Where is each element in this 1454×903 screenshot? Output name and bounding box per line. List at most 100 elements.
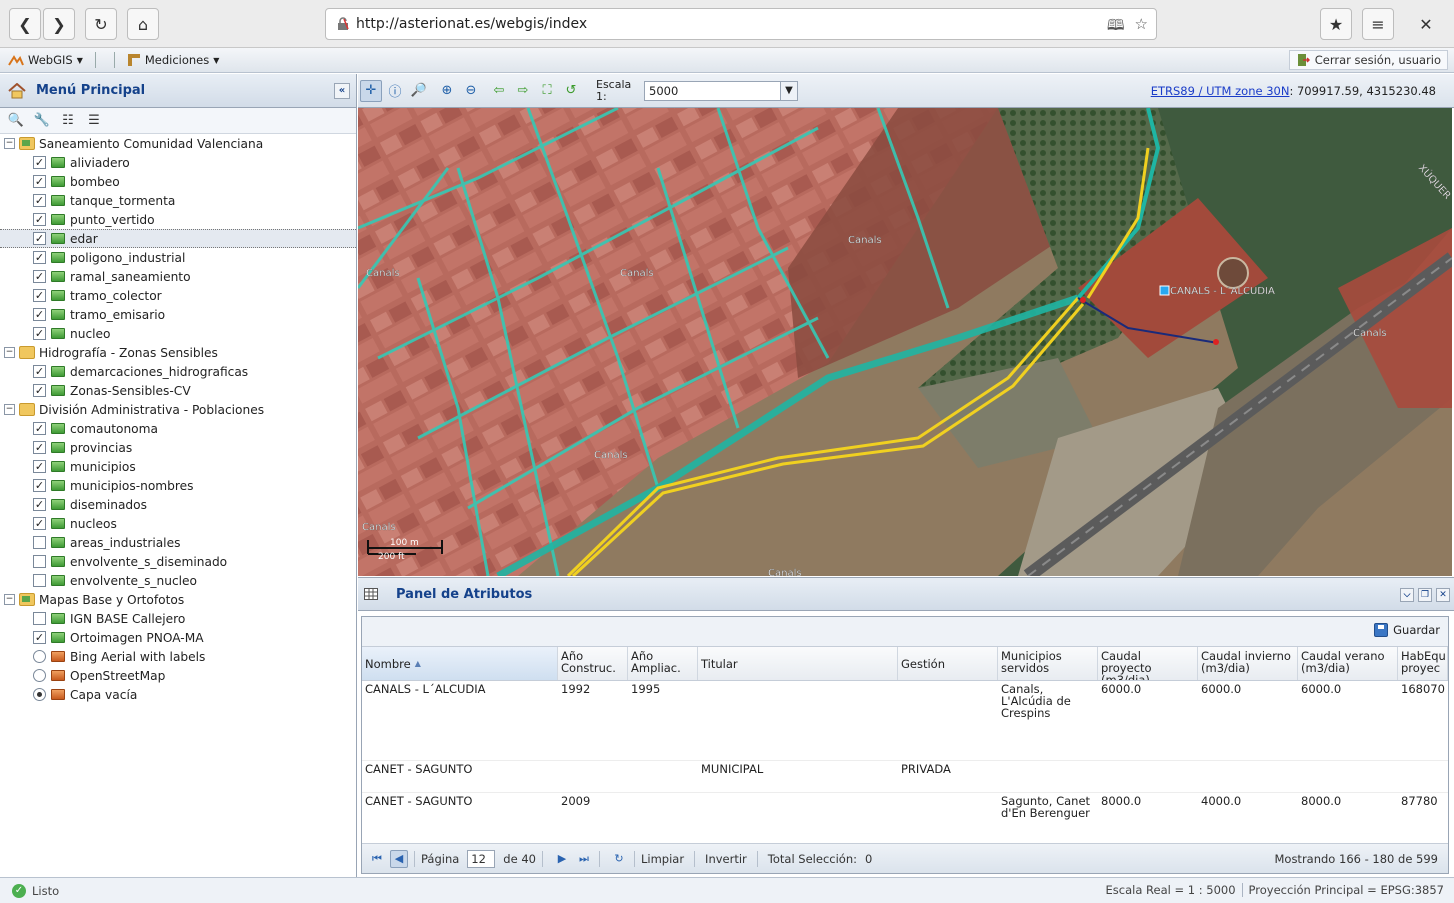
invert-button[interactable]: Invertir [705,852,747,866]
column-header[interactable]: Año Ampliac. [628,647,698,680]
zoom-out-icon[interactable]: ⊖ [460,80,482,102]
wrench-icon[interactable]: 🔧 [34,113,50,129]
tree-folder[interactable]: − Mapas Base y Ortofotos [0,590,356,609]
table-row[interactable]: CANET - SAGUNTO MUNICIPAL PRIVADA [362,761,1448,793]
layer-radio[interactable] [33,688,46,701]
collapse-node-icon[interactable]: − [4,404,15,415]
column-header[interactable]: Caudal proyecto (m3/dia) [1098,647,1198,680]
save-button[interactable]: Guardar [1374,623,1440,637]
last-page-icon[interactable]: ⏭ [575,850,593,868]
tree-layer[interactable]: areas_industriales [0,533,356,552]
map-canvas[interactable]: Canals Canals Canals Canals Canals Canal… [358,108,1452,576]
close-icon[interactable]: ✕ [1436,588,1450,602]
tree-layer[interactable]: ✓ municipios-nombres [0,476,356,495]
column-header[interactable]: Municipios servidos [998,647,1098,680]
tree-layer[interactable]: OpenStreetMap [0,666,356,685]
url-bar[interactable]: http://asterionat.es/webgis/index 🕮 ☆ [325,8,1157,40]
tree-layer[interactable]: ✓ poligono_industrial [0,248,356,267]
bookmarks-button[interactable]: ★ [1320,8,1352,40]
chevron-down-icon[interactable]: ▼ [780,81,797,100]
next-extent-icon[interactable]: ⇨ [512,80,534,102]
clear-button[interactable]: Limpiar [641,852,684,866]
tree-layer[interactable]: envolvente_s_nucleo [0,571,356,590]
layer-checkbox[interactable]: ✓ [33,327,46,340]
column-header[interactable]: Año Construc. [558,647,628,680]
collapse-panel-button[interactable]: « [334,83,350,99]
layer-checkbox[interactable]: ✓ [33,498,46,511]
next-page-icon[interactable]: ▶ [553,850,571,868]
column-header[interactable]: Nombre ▲ [362,647,558,680]
layer-checkbox[interactable]: ✓ [33,232,46,245]
previous-page-icon[interactable]: ◀ [390,849,408,868]
full-extent-icon[interactable]: ⛶ [536,80,558,102]
reader-mode-icon[interactable]: 🕮 [1107,15,1125,40]
tree-layer[interactable]: ✓ tanque_tormenta [0,191,356,210]
crs-link[interactable]: ETRS89 / UTM zone 30N [1151,84,1290,98]
bookmark-star-icon[interactable]: ☆ [1135,15,1148,40]
tree-layer[interactable]: ✓ nucleos [0,514,356,533]
table-row[interactable]: CANET - SAGUNTO 2009 Sagunto, Canet d'En B… [362,793,1448,847]
menu-button[interactable]: ≡ [1362,8,1394,40]
tree-layer[interactable]: Capa vacía [0,685,356,704]
layer-checkbox[interactable]: ✓ [33,365,46,378]
table-row[interactable]: CANALS - L´ALCUDIA 1992 1995 Canals, L'Alcú… [362,681,1448,761]
column-header[interactable]: Caudal invierno (m3/dia) [1198,647,1298,680]
tree-layer[interactable]: ✓ comautonoma [0,419,356,438]
tree-layer[interactable]: ✓ punto_vertido [0,210,356,229]
layer-checkbox[interactable]: ✓ [33,631,46,644]
layer-checkbox[interactable]: ✓ [33,422,46,435]
refresh-icon[interactable]: ↻ [610,850,628,868]
layer-checkbox[interactable]: ✓ [33,213,46,226]
column-header[interactable]: HabEqu proyec [1398,647,1448,680]
layer-checkbox[interactable]: ✓ [33,175,46,188]
layer-checkbox[interactable]: ✓ [33,441,46,454]
layer-checkbox[interactable]: ✓ [33,479,46,492]
layer-checkbox[interactable]: ✓ [33,308,46,321]
layer-checkbox[interactable]: ✓ [33,384,46,397]
tree-layer[interactable]: ✓ ramal_saneamiento [0,267,356,286]
edar-marker[interactable] [1159,285,1170,296]
search-icon[interactable]: 🔍 [8,113,24,129]
mediciones-menu[interactable]: Mediciones ▼ [119,53,228,67]
layer-checkbox[interactable]: ✓ [33,517,46,530]
tree-layer[interactable]: ✓ provincias [0,438,356,457]
previous-extent-icon[interactable]: ⇦ [488,80,510,102]
layer-checkbox[interactable]: ✓ [33,251,46,264]
legend-icon[interactable]: ☰ [86,113,102,129]
tree-layer[interactable]: IGN BASE Callejero [0,609,356,628]
layer-checkbox[interactable] [33,555,46,568]
layer-radio[interactable] [33,669,46,682]
first-page-icon[interactable]: ⏮ [368,850,386,868]
layer-checkbox[interactable]: ✓ [33,289,46,302]
close-window-button[interactable]: ✕ [1410,8,1442,40]
tree-layer[interactable]: ✓ edar [0,229,356,248]
page-number-input[interactable]: 12 [467,849,496,868]
webgis-menu[interactable]: WebGIS ▼ [0,53,91,67]
collapse-node-icon[interactable]: − [4,347,15,358]
scale-select[interactable]: 5000 ▼ [644,80,798,101]
column-header[interactable]: Gestión [898,647,998,680]
tree-folder[interactable]: − Hidrografía - Zonas Sensibles [0,343,356,362]
back-button[interactable]: ❮ [9,8,41,40]
tree-layer[interactable]: ✓ tramo_emisario [0,305,356,324]
home-button[interactable]: ⌂ [127,8,159,40]
collapse-node-icon[interactable]: − [4,594,15,605]
layer-checkbox[interactable]: ✓ [33,460,46,473]
tree-layer[interactable]: ✓ Ortoimagen PNOA-MA [0,628,356,647]
tree-layer[interactable]: ✓ Zonas-Sensibles-CV [0,381,356,400]
layer-checkbox[interactable] [33,536,46,549]
tree-layer[interactable]: envolvente_s_diseminado [0,552,356,571]
tree-layer[interactable]: ✓ bombeo [0,172,356,191]
zoom-box-icon[interactable]: 🔎 [408,80,430,102]
tree-layer[interactable]: Bing Aerial with labels [0,647,356,666]
collapse-node-icon[interactable]: − [4,138,15,149]
logout-button[interactable]: Cerrar sesión, usuario [1288,50,1448,70]
forward-button[interactable]: ❯ [43,8,75,40]
tree-layer[interactable]: ✓ municipios [0,457,356,476]
tree-layer[interactable]: ✓ demarcaciones_hidrograficas [0,362,356,381]
binoculars-icon[interactable]: ☷ [60,113,76,129]
column-header[interactable]: Caudal verano (m3/dia) [1298,647,1398,680]
zoom-in-icon[interactable]: ⊕ [436,80,458,102]
tree-layer[interactable]: ✓ tramo_colector [0,286,356,305]
tree-layer[interactable]: ✓ diseminados [0,495,356,514]
